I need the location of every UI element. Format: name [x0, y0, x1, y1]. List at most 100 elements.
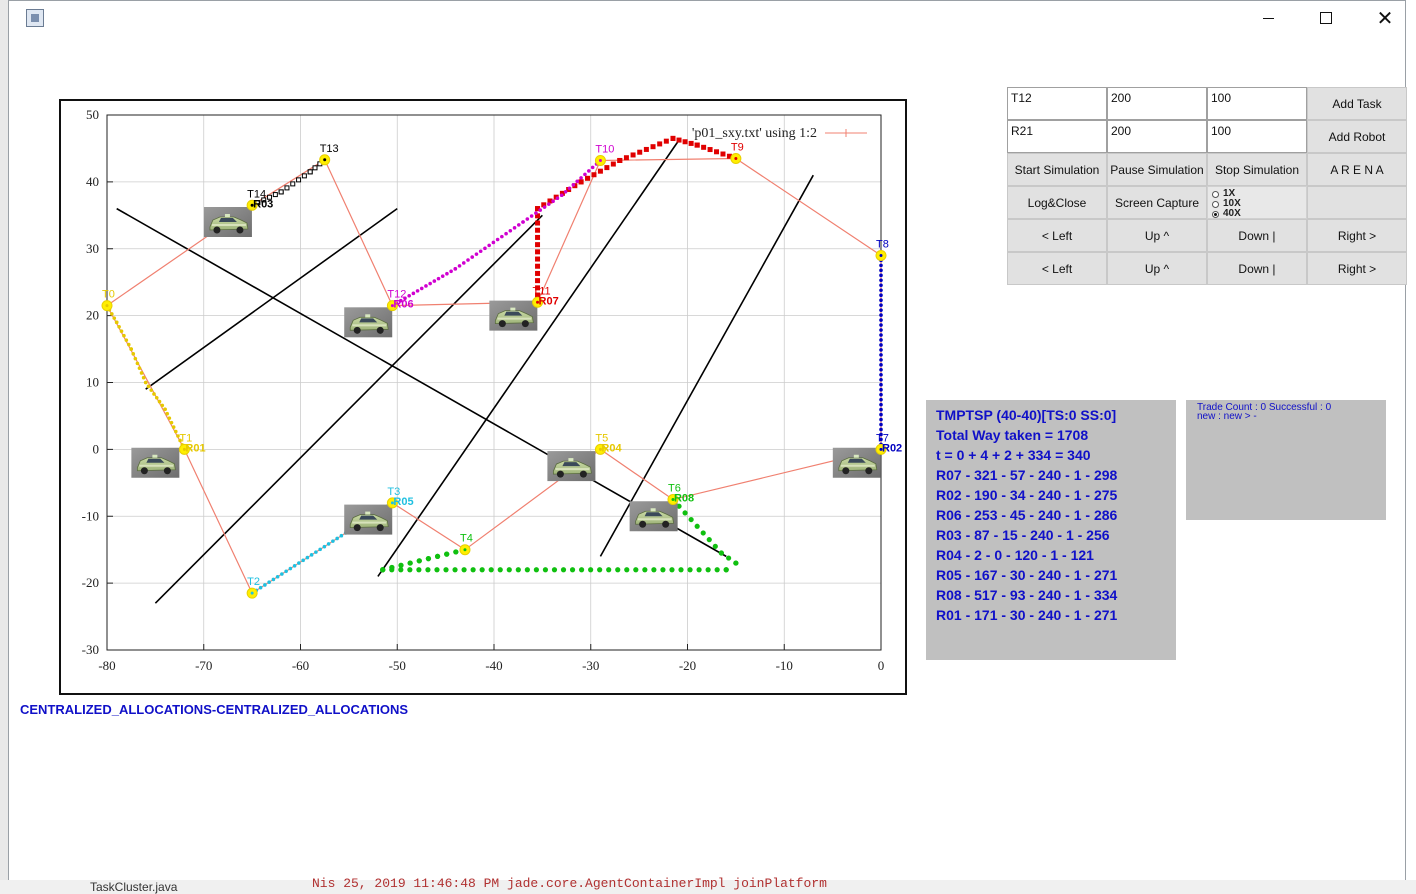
speed-option-40x[interactable]: 40X: [1212, 209, 1241, 219]
path-marker: [879, 368, 883, 372]
java-app-icon[interactable]: [26, 9, 44, 27]
log-close-button[interactable]: Log&Close: [1007, 186, 1107, 219]
path-marker: [879, 273, 883, 278]
y-tick-label: -20: [82, 575, 99, 590]
path-marker: [466, 258, 470, 262]
path-marker: [575, 179, 580, 184]
move-down-button-2[interactable]: Down |: [1207, 252, 1307, 285]
move-down-button-1[interactable]: Down |: [1207, 219, 1307, 252]
pause-simulation-button[interactable]: Pause Simulation: [1107, 153, 1207, 186]
path-marker: [152, 392, 156, 396]
path-marker: [723, 567, 729, 573]
path-marker: [623, 155, 629, 161]
path-marker: [879, 372, 883, 377]
path-marker: [117, 324, 121, 329]
maximize-button[interactable]: [1303, 0, 1349, 36]
x-tick-label: -80: [98, 658, 115, 673]
obstacle-wall: [599, 174, 814, 557]
path-marker: [488, 567, 494, 573]
path-marker: [542, 205, 547, 209]
path-marker: [535, 263, 541, 269]
path-marker: [879, 333, 883, 337]
task-marker-center: [734, 156, 738, 160]
path-marker: [478, 249, 483, 254]
path-marker: [407, 567, 413, 573]
add-robot-button[interactable]: Add Robot: [1307, 120, 1407, 153]
path-marker: [416, 558, 422, 564]
ide-file-tree-item: TaskCluster.java: [90, 880, 178, 894]
task-label: T4: [460, 533, 473, 545]
path-marker: [146, 384, 151, 389]
path-marker: [506, 567, 512, 573]
move-left-button-2[interactable]: < Left: [1007, 252, 1107, 285]
path-marker: [525, 217, 530, 221]
path-marker: [688, 516, 694, 523]
arena-plot: -80 -70 -60 -50 -40 -30 -20 -10 0 50 40 30 20 10 0 -10 -…: [59, 99, 907, 695]
path-marker: [124, 338, 129, 342]
move-right-button-2[interactable]: Right >: [1307, 252, 1407, 285]
task-y-field[interactable]: 100: [1207, 87, 1307, 120]
maximize-icon: [1320, 12, 1332, 24]
x-tick-label: 0: [878, 658, 885, 673]
task-x-field[interactable]: 200: [1107, 87, 1207, 120]
path-marker: [512, 226, 517, 230]
path-marker: [149, 388, 154, 392]
minimize-button[interactable]: [1245, 0, 1291, 36]
path-marker: [425, 556, 432, 562]
path-marker: [434, 567, 440, 573]
title-bar: ✕: [8, 0, 1406, 36]
move-up-button-1[interactable]: Up ^: [1107, 219, 1207, 252]
path-marker: [694, 142, 700, 148]
arena-button[interactable]: A R E N A: [1307, 153, 1407, 186]
path-marker: [143, 380, 148, 385]
info-line: Total Way taken = 1708: [936, 427, 1089, 443]
path-marker: [157, 399, 162, 404]
path-marker: [615, 567, 621, 573]
minimize-icon: [1262, 17, 1274, 19]
move-right-button-1[interactable]: Right >: [1307, 219, 1407, 252]
path-marker: [879, 313, 883, 317]
path-marker: [718, 550, 724, 556]
path-marker: [457, 264, 462, 268]
path-marker: [597, 567, 603, 573]
path-marker: [604, 165, 610, 171]
robot-name-field[interactable]: R21: [1007, 120, 1107, 153]
path-marker: [733, 560, 739, 566]
path-marker: [535, 278, 541, 284]
screen-capture-button[interactable]: Screen Capture: [1107, 186, 1207, 219]
path-marker: [535, 256, 541, 262]
robot-y-field[interactable]: 100: [1207, 120, 1307, 153]
move-up-button-2[interactable]: Up ^: [1107, 252, 1207, 285]
path-marker: [470, 567, 476, 573]
path-marker: [542, 567, 549, 573]
path-marker: [314, 550, 318, 554]
empty-button[interactable]: [1307, 186, 1407, 219]
stop-simulation-button[interactable]: Stop Simulation: [1207, 153, 1307, 186]
add-task-button[interactable]: Add Task: [1307, 87, 1407, 120]
path-marker: [296, 177, 302, 183]
path-marker: [154, 395, 159, 400]
x-tick-label: -70: [195, 658, 212, 673]
path-marker: [578, 179, 584, 185]
y-tick-label: 50: [86, 107, 99, 122]
path-marker: [292, 563, 297, 568]
robot-car-icon: [832, 447, 882, 479]
robot-label: R08: [674, 493, 694, 505]
task-label: T0: [102, 289, 115, 301]
y-tick-label: 40: [86, 174, 99, 189]
move-left-button-1[interactable]: < Left: [1007, 219, 1107, 252]
obstacle-wall: [154, 214, 543, 604]
task-name-field[interactable]: T12: [1007, 87, 1107, 120]
start-simulation-button[interactable]: Start Simulation: [1007, 153, 1107, 186]
path-marker: [135, 361, 140, 366]
path-marker: [470, 255, 475, 259]
x-tick-label: -60: [292, 658, 309, 673]
path-marker: [630, 152, 636, 158]
task-label: T9: [731, 141, 744, 153]
close-button[interactable]: ✕: [1362, 0, 1408, 36]
robot-car-icon: [488, 300, 538, 332]
path-marker: [555, 196, 560, 201]
robot-x-field[interactable]: 200: [1107, 120, 1207, 153]
x-tick-label: -20: [679, 658, 696, 673]
path-marker: [879, 392, 883, 397]
